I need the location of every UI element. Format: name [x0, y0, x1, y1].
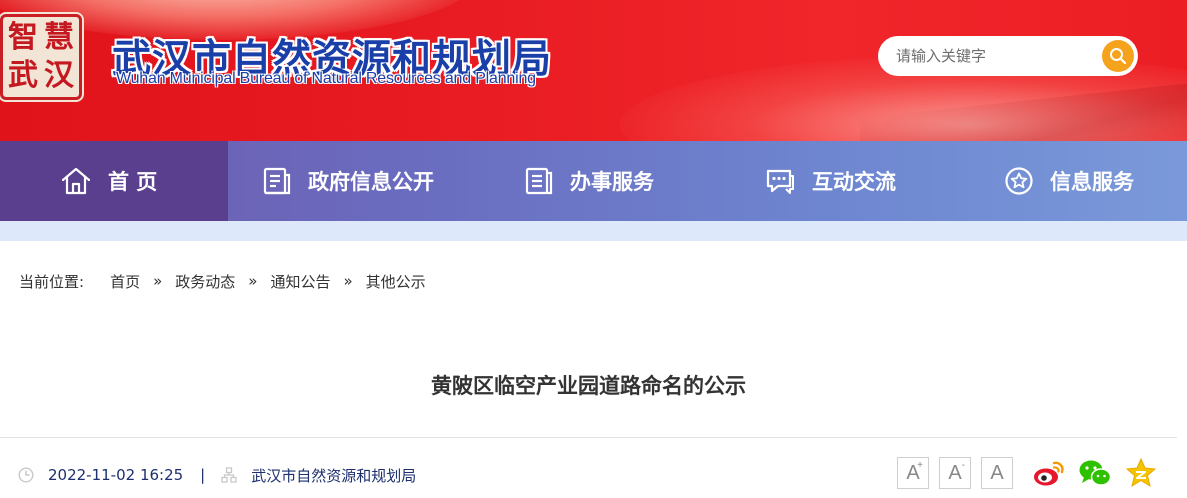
nav-label: 办事服务 [570, 170, 654, 194]
main-nav: 首 页 政府信息公开 办事服务 互动交流 信息服务 [0, 141, 1187, 221]
search-icon [1110, 48, 1127, 65]
breadcrumb-news[interactable]: 政务动态 [175, 271, 235, 292]
breadcrumb-separator: » [153, 272, 163, 290]
breadcrumb-home[interactable]: 首页 [110, 271, 140, 292]
breadcrumb-separator: » [248, 272, 258, 290]
publish-date: 2022-11-02 16:25 [48, 466, 184, 484]
nav-label: 信息服务 [1050, 170, 1134, 194]
chat-icon [766, 169, 794, 194]
font-increase-button[interactable]: A + [897, 457, 929, 489]
document-icon [263, 167, 291, 195]
breadcrumb-notices[interactable]: 通知公告 [270, 271, 330, 292]
seal-logo[interactable]: 智 慧 武 汉 [0, 14, 82, 100]
breadcrumb-separator: » [343, 272, 353, 290]
site-header: 智 慧 武 汉 武汉市自然资源和规划局 Wuhan Municipal Bure… [0, 0, 1187, 141]
site-subtitle: Wuhan Municipal Bureau of Natural Resour… [116, 70, 536, 87]
search-box [878, 36, 1138, 76]
nav-label: 互动交流 [812, 170, 896, 194]
search-input[interactable] [896, 36, 1096, 76]
article-meta: 2022-11-02 16:25 | 武汉市自然资源和规划局 [18, 464, 416, 486]
home-icon [61, 167, 91, 195]
list-document-icon [525, 167, 553, 195]
weibo-icon [1034, 461, 1064, 486]
nav-item-services[interactable]: 办事服务 [484, 141, 724, 221]
seal-char: 慧 [44, 20, 74, 55]
article-source: 武汉市自然资源和规划局 [251, 466, 417, 485]
font-button-label: A [990, 461, 1004, 484]
share-bar [1032, 456, 1158, 490]
nav-item-gov-info[interactable]: 政府信息公开 [228, 141, 484, 221]
breadcrumb-other[interactable]: 其他公示 [366, 271, 426, 292]
font-button-sup: + [917, 460, 923, 471]
share-weibo-button[interactable] [1032, 456, 1066, 490]
seal-char: 汉 [44, 58, 74, 93]
nav-sub-band [0, 221, 1187, 241]
breadcrumb-prefix: 当前位置: [19, 272, 85, 291]
font-size-controls: A + A - A [897, 457, 1013, 489]
nav-item-home[interactable]: 首 页 [0, 141, 228, 221]
seal-char: 武 [8, 58, 38, 93]
seal-char: 智 [8, 20, 38, 55]
nav-item-interaction[interactable]: 互动交流 [724, 141, 964, 221]
nav-label: 政府信息公开 [308, 170, 434, 194]
clock-icon [18, 467, 34, 483]
font-button-sup: - [961, 460, 965, 471]
font-decrease-button[interactable]: A - [939, 457, 971, 489]
nav-item-info-services[interactable]: 信息服务 [964, 141, 1187, 221]
title-divider [0, 437, 1177, 438]
star-circle-icon [1005, 167, 1033, 195]
font-reset-button[interactable]: A [981, 457, 1013, 489]
font-button-label: A [948, 461, 962, 484]
organization-icon [221, 467, 237, 483]
meta-separator: | [200, 466, 206, 484]
wechat-icon [1079, 460, 1112, 486]
share-qzone-button[interactable] [1124, 456, 1158, 490]
article-title: 黄陂区临空产业园道路命名的公示 [431, 374, 746, 398]
share-wechat-button[interactable] [1078, 456, 1112, 490]
breadcrumb: 当前位置: 首页 » 政务动态 » 通知公告 » 其他公示 [19, 270, 426, 292]
qzone-icon [1125, 457, 1157, 488]
search-button[interactable] [1102, 40, 1134, 72]
nav-label: 首 页 [108, 170, 158, 194]
